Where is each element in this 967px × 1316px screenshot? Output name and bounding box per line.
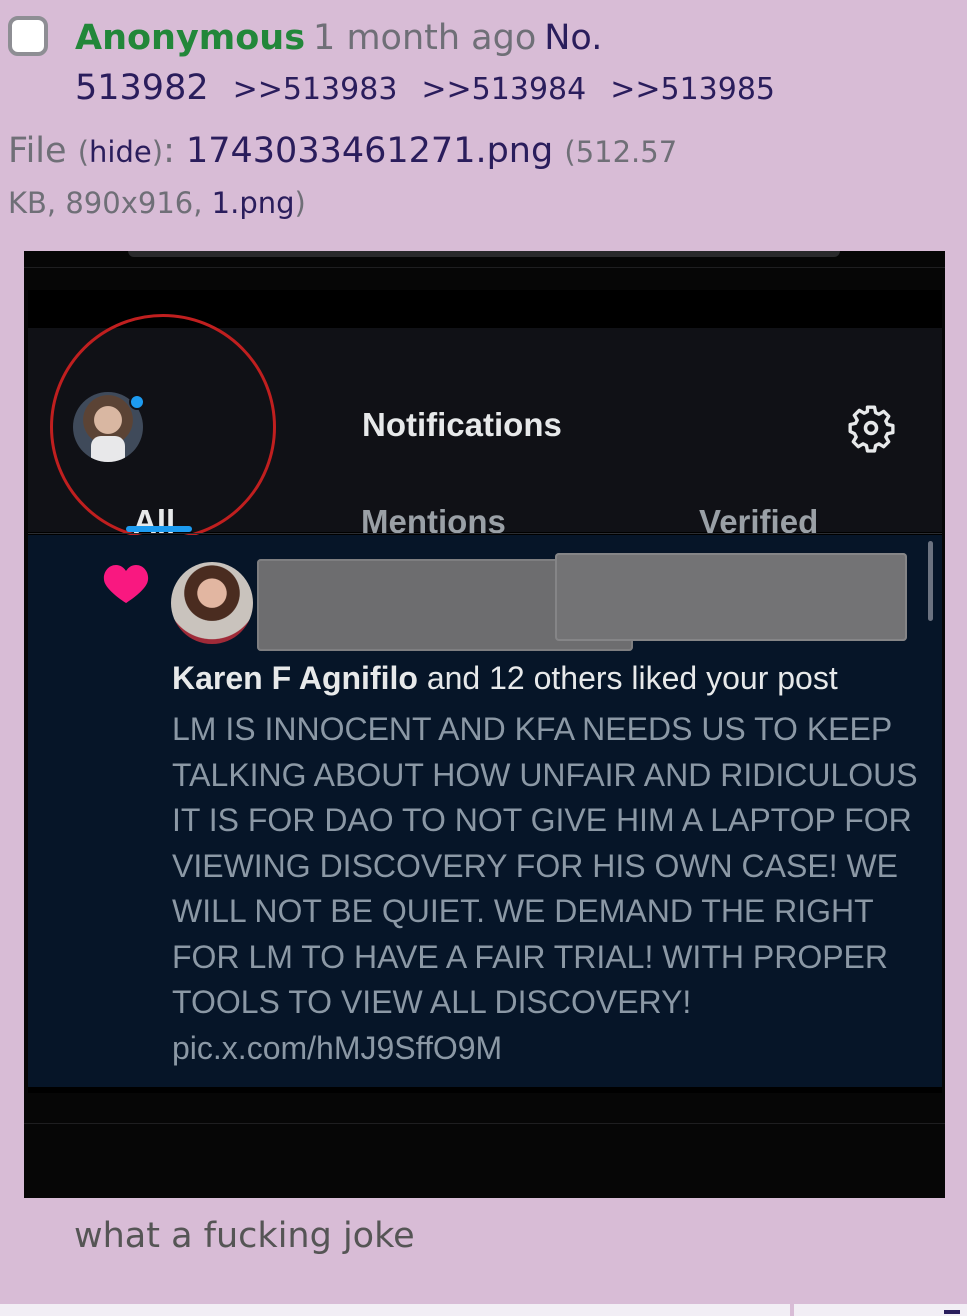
next-post-marker <box>944 1310 960 1314</box>
next-post-edge <box>0 1304 790 1316</box>
post-number[interactable]: 513982 <box>75 68 209 108</box>
notifications-title: Notifications <box>362 406 562 443</box>
liker-avatar <box>171 562 253 644</box>
header-separator <box>28 533 942 534</box>
post-text: LM IS INNOCENT AND KFA NEEDS US TO KEEP … <box>172 711 918 1020</box>
post-link: pic.x.com/hMJ9SffO9M <box>172 1029 503 1066</box>
file-info: File (hide): 1743033461271.png (512.57 K… <box>8 131 678 220</box>
notifications-screen: Notifications All Mentions Verified Kare… <box>28 290 942 1093</box>
image-top-bar <box>128 251 840 257</box>
file-size-unit: KB <box>8 186 47 220</box>
redacted-avatars <box>555 553 907 641</box>
original-file-name[interactable]: 1.png <box>212 186 295 220</box>
file-dimensions: 890x916 <box>65 186 194 220</box>
liked-summary: Karen F Agnifilo and 12 others liked you… <box>172 660 838 697</box>
reply-link[interactable]: >>513985 <box>610 72 775 107</box>
heart-icon <box>103 565 149 603</box>
active-tab-indicator <box>126 526 192 532</box>
image-divider <box>24 267 945 268</box>
post-comment: what a fucking joke <box>74 1216 415 1256</box>
reply-link[interactable]: >>513983 <box>233 72 398 107</box>
post-no-label[interactable]: No. <box>544 18 602 58</box>
notifications-header: Notifications All Mentions Verified <box>28 314 942 540</box>
image-divider <box>24 1123 945 1124</box>
attached-image[interactable]: Notifications All Mentions Verified Kare… <box>24 251 945 1198</box>
liker-name: Karen F Agnifilo <box>172 660 418 696</box>
next-post-edge <box>794 1304 967 1316</box>
scrollbar <box>928 541 933 621</box>
file-label: File <box>8 131 67 171</box>
post-meta: Anonymous 1 month ago No. <box>75 14 602 62</box>
notification-item: Karen F Agnifilo and 12 others liked you… <box>28 535 942 1087</box>
liked-text: and 12 others liked your post <box>426 660 838 696</box>
post-time: 1 month ago <box>313 18 537 58</box>
hide-link[interactable]: hide <box>89 135 152 169</box>
poster-name: Anonymous <box>75 18 306 58</box>
reply-link[interactable]: >>513984 <box>421 72 586 107</box>
file-name-link[interactable]: 1743033461271.png <box>186 131 553 171</box>
file-size: 512.57 <box>575 135 678 169</box>
post-number-row: 513982 >>513983 >>513984 >>513985 <box>75 64 775 118</box>
gear-icon <box>848 405 895 453</box>
select-checkbox[interactable] <box>8 16 48 56</box>
liked-post-text: LM IS INNOCENT AND KFA NEEDS US TO KEEP … <box>172 707 932 1071</box>
